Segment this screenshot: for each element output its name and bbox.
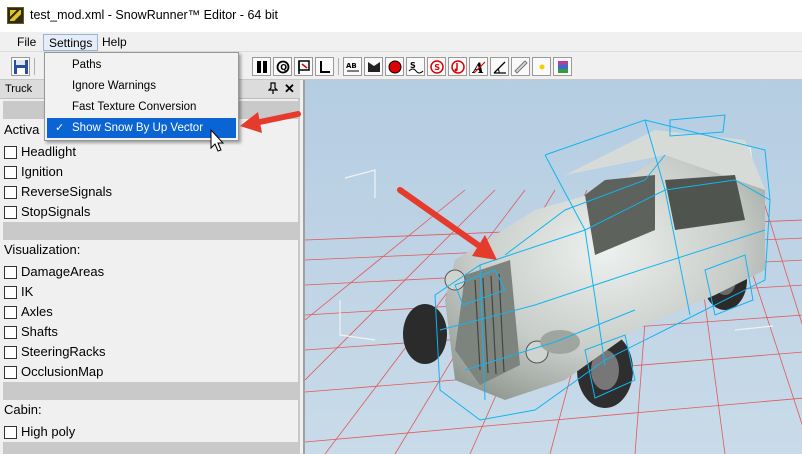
svg-text:S: S	[434, 63, 440, 72]
checkmark-icon: ✓	[55, 122, 65, 134]
flag-button[interactable]	[294, 57, 313, 76]
3d-viewport[interactable]	[303, 80, 802, 454]
panel-scrollbar[interactable]	[298, 99, 300, 454]
menu-settings[interactable]: Settings	[43, 34, 99, 51]
section-label-visualization: Visualization:	[4, 242, 81, 257]
checkbox-label: DamageAreas	[21, 264, 105, 279]
rar-button[interactable]	[553, 57, 572, 76]
truck-button[interactable]	[364, 57, 383, 76]
app-logo-icon	[7, 7, 24, 24]
checkbox-label: IK	[21, 284, 34, 299]
toolbar-separator	[34, 58, 35, 75]
panel-title: Truck	[5, 83, 33, 95]
editor-window: test_mod.xml - SnowRunner™ Editor - 64 b…	[0, 0, 802, 454]
ab-button[interactable]: AB	[343, 57, 362, 76]
checkbox-box[interactable]	[4, 286, 17, 299]
menu-file[interactable]: File	[12, 34, 41, 51]
menu-item-paths[interactable]: Paths	[47, 55, 236, 75]
checkbox-box[interactable]	[4, 206, 17, 219]
circle-s-button[interactable]: S	[427, 57, 446, 76]
q-button[interactable]: Q	[273, 57, 292, 76]
viewport-scene	[305, 80, 802, 454]
toolbar-separator	[338, 58, 339, 75]
record-button[interactable]	[385, 57, 404, 76]
close-icon[interactable]: ✕	[284, 81, 295, 97]
checkbox-label: StopSignals	[21, 204, 91, 219]
truck-icon	[368, 62, 380, 72]
checkbox-label: SteeringRacks	[21, 344, 106, 359]
a-icon: A	[471, 61, 486, 75]
a-button[interactable]: A	[469, 57, 488, 76]
music-icon	[451, 60, 465, 74]
window-title: test_mod.xml - SnowRunner™ Editor - 64 b…	[30, 8, 279, 22]
pin-icon[interactable]	[267, 82, 279, 97]
l-button[interactable]	[315, 57, 334, 76]
save-icon	[14, 60, 28, 74]
pause-icon	[257, 61, 267, 73]
circle-s-icon: S	[430, 60, 444, 74]
angle-icon	[493, 61, 506, 74]
music-button[interactable]	[448, 57, 467, 76]
checkbox-box[interactable]	[4, 186, 17, 199]
menu-item-show-snow-by-up-vector[interactable]: ✓ Show Snow By Up Vector	[47, 118, 236, 138]
pause-button[interactable]	[252, 57, 271, 76]
checkbox-label: ReverseSignals	[21, 184, 113, 199]
svg-text:AB: AB	[346, 62, 357, 70]
svg-text:A: A	[471, 61, 484, 75]
star-button[interactable]	[532, 57, 551, 76]
menu-bar: File Settings Help	[0, 32, 802, 52]
checkbox-label: Axles	[21, 304, 53, 319]
save-button[interactable]	[11, 57, 30, 76]
checkbox-label: OcclusionMap	[21, 364, 104, 379]
flag-icon	[298, 60, 310, 74]
checkbox-box[interactable]	[4, 326, 17, 339]
settings-dropdown: Paths Ignore Warnings Fast Texture Conve…	[44, 52, 239, 141]
s-curve-button[interactable]: S	[406, 57, 425, 76]
checkbox-box[interactable]	[4, 306, 17, 319]
checkbox-box[interactable]	[4, 166, 17, 179]
checkbox-box[interactable]	[4, 366, 17, 379]
title-bar: test_mod.xml - SnowRunner™ Editor - 64 b…	[0, 0, 802, 32]
checkbox-box[interactable]	[4, 266, 17, 279]
q-icon: Q	[276, 60, 290, 74]
rar-icon	[558, 61, 568, 73]
menu-help[interactable]: Help	[97, 34, 132, 51]
section-separator	[3, 442, 298, 454]
checkbox-box[interactable]	[4, 146, 17, 159]
checkbox-label: Shafts	[21, 324, 58, 339]
record-icon	[388, 60, 402, 74]
ruler-button[interactable]	[511, 57, 530, 76]
section-label-activation: Activa	[4, 122, 40, 137]
angle-button[interactable]	[490, 57, 509, 76]
checkbox-label: Ignition	[21, 164, 63, 179]
ruler-icon	[514, 60, 528, 74]
menu-item-ignore-warnings[interactable]: Ignore Warnings	[47, 76, 236, 96]
star-icon	[539, 64, 545, 70]
ab-icon: AB	[346, 62, 359, 72]
menu-item-fast-texture-conversion[interactable]: Fast Texture Conversion	[47, 97, 236, 117]
section-separator	[3, 222, 298, 240]
checkbox-box[interactable]	[4, 346, 17, 359]
section-label-cabin: Cabin:	[4, 402, 42, 417]
svg-text:Q: Q	[280, 63, 287, 72]
checkbox-box[interactable]	[4, 426, 17, 439]
section-separator	[3, 382, 298, 400]
s-icon: S	[408, 61, 424, 74]
checkbox-label: Headlight	[21, 144, 76, 159]
checkbox-label: High poly	[21, 424, 76, 439]
l-icon	[320, 61, 330, 73]
